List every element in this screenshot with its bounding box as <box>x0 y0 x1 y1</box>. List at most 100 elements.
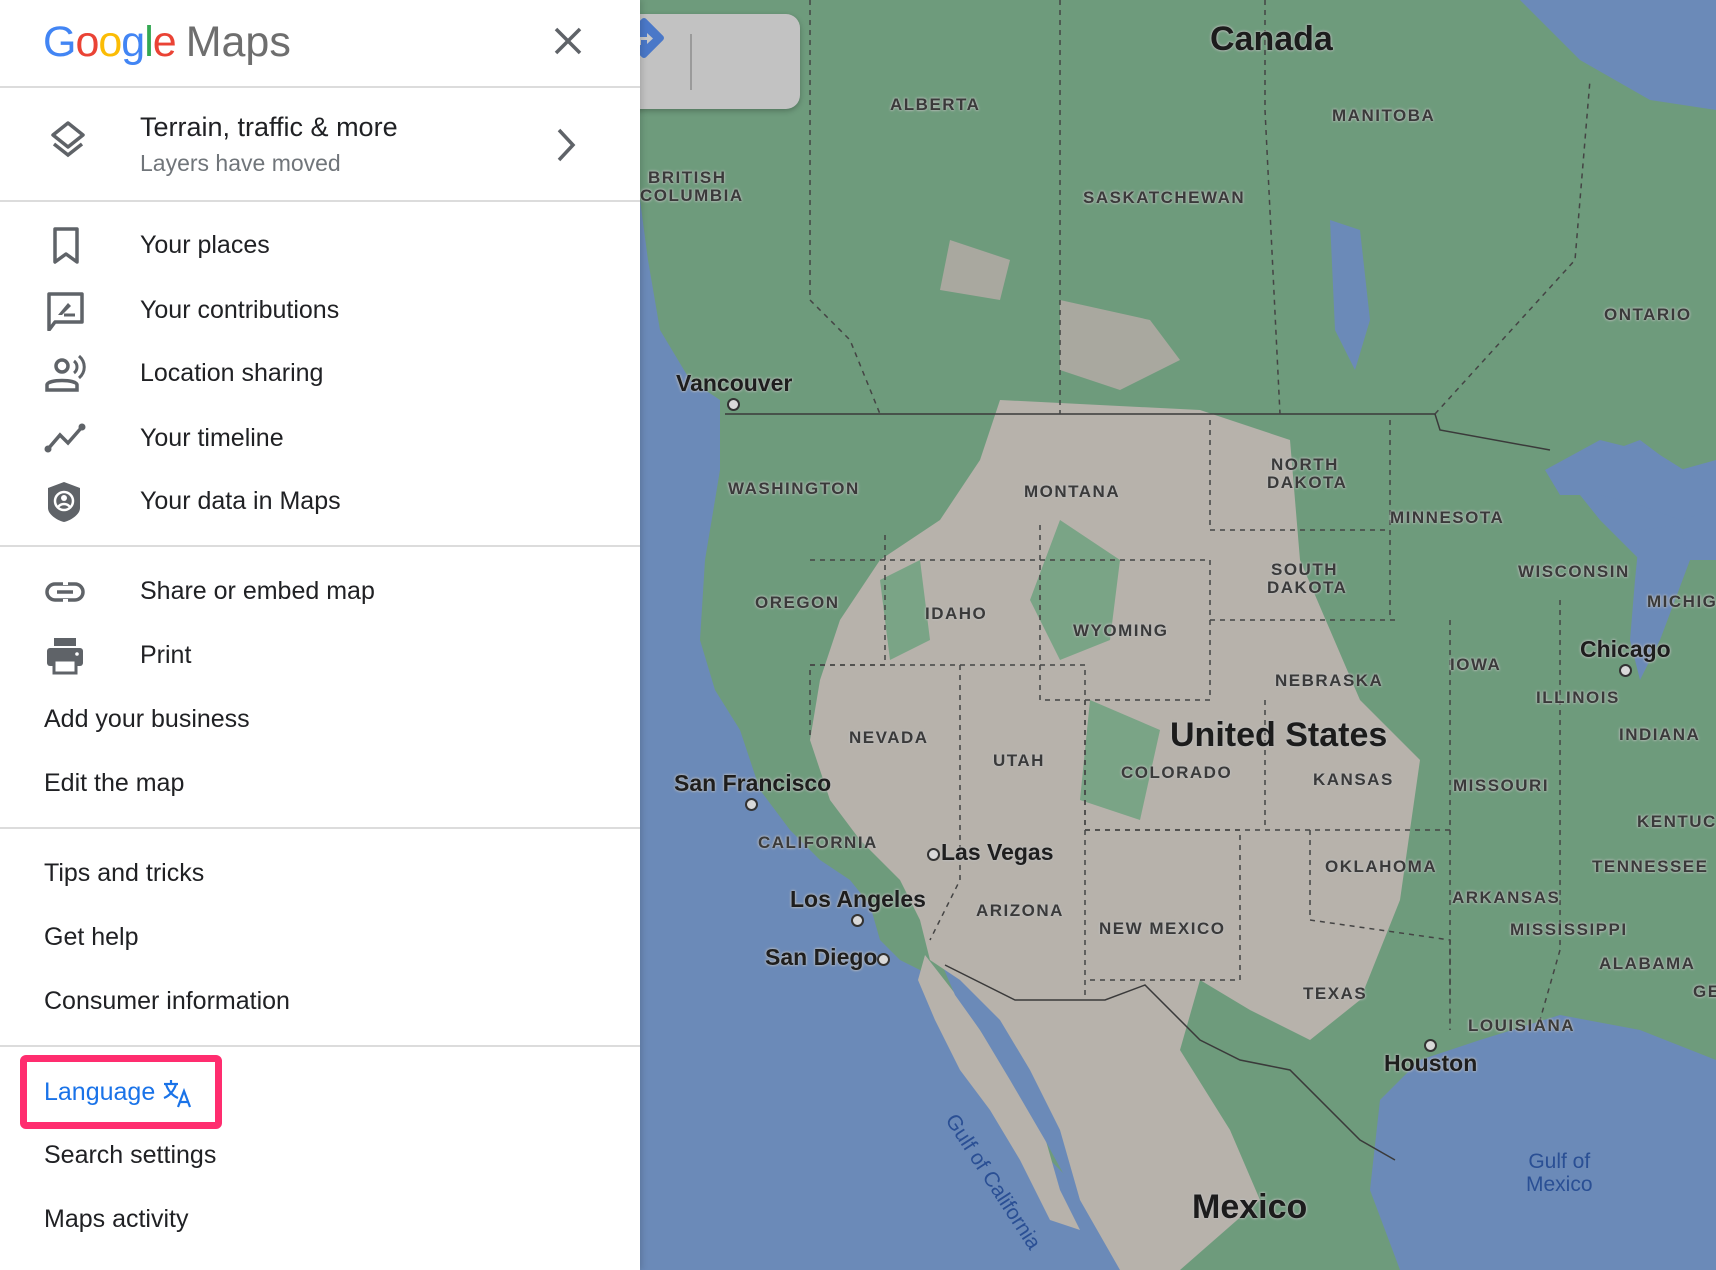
map-label-region: ARKANSAS <box>1452 888 1561 907</box>
menu-item-label: Your timeline <box>140 424 284 452</box>
menu-item-label: Share or embed map <box>140 577 375 605</box>
menu-item-label: Language <box>44 1078 156 1106</box>
city-marker[interactable] <box>745 798 758 811</box>
map-label-region: LOUISIANA <box>1468 1016 1575 1035</box>
city-marker[interactable] <box>727 398 740 411</box>
menu-item-share-embed[interactable]: Share or embed map <box>0 561 640 621</box>
city-marker[interactable] <box>1424 1039 1437 1052</box>
menu-item-search-settings[interactable]: Search settings <box>0 1125 640 1185</box>
city-marker[interactable] <box>877 953 890 966</box>
menu-item-language[interactable]: Language <box>0 1062 640 1122</box>
menu-item-label: Consumer information <box>44 987 290 1015</box>
printer-icon <box>47 638 83 675</box>
menu-item-your-data[interactable]: Your data in Maps <box>0 471 640 531</box>
map-label-region: NEW MEXICO <box>1099 919 1226 938</box>
map-label-city[interactable]: Houston <box>1384 1052 1477 1075</box>
menu-item-tips[interactable]: Tips and tricks <box>0 843 640 903</box>
menu-item-get-help[interactable]: Get help <box>0 907 640 967</box>
search-bar[interactable] <box>620 14 800 109</box>
side-menu: Google Maps Terrain, traffic & more Layer… <box>0 0 640 1270</box>
menu-item-label: Your places <box>140 231 270 259</box>
map-label-region: MISSISSIPPI <box>1510 920 1628 939</box>
map-label-region: CALIFORNIA <box>758 833 878 852</box>
divider <box>0 545 640 547</box>
menu-item-consumer-info[interactable]: Consumer information <box>0 971 640 1031</box>
map-label-region: TEXAS <box>1303 984 1368 1003</box>
map-label-region: WASHINGTON <box>728 479 860 498</box>
location-sharing-icon <box>45 354 86 392</box>
layers-subtitle: Layers have moved <box>140 150 341 176</box>
menu-item-add-business[interactable]: Add your business <box>0 689 640 749</box>
map-label-region: MONTANA <box>1024 482 1121 501</box>
menu-item-label: Tips and tricks <box>44 859 205 887</box>
map-label-water: Gulf of Mexico <box>1526 1150 1593 1197</box>
city-marker[interactable] <box>1619 664 1632 677</box>
contributions-icon <box>47 292 84 331</box>
layers-menu-item[interactable]: Terrain, traffic & more Layers have move… <box>0 88 640 200</box>
menu-item-your-contributions[interactable]: Your contributions <box>0 280 640 340</box>
map-label-country: United States <box>1170 716 1388 754</box>
map-label-region: ALBERTA <box>890 95 981 114</box>
map-label-region: INDIANA <box>1619 725 1701 744</box>
menu-item-edit-map[interactable]: Edit the map <box>0 753 640 813</box>
map-label-region: KENTUC <box>1637 812 1716 831</box>
city-marker[interactable] <box>927 848 940 861</box>
map-label-region: GE <box>1693 982 1716 1001</box>
menu-item-label: Print <box>140 641 192 669</box>
menu-item-label: Your contributions <box>140 296 340 324</box>
divider <box>0 1045 640 1047</box>
map-label-region: ILLINOIS <box>1536 688 1620 707</box>
menu-item-label: Location sharing <box>140 359 324 387</box>
menu-item-print[interactable]: Print <box>0 625 640 685</box>
map-label-region: COLUMBIA <box>640 186 744 205</box>
bookmark-icon <box>53 227 79 264</box>
map-label-region: BRITISH <box>648 168 727 187</box>
menu-item-label: Add your business <box>44 705 250 733</box>
map-label-region: TENNESSEE <box>1592 857 1709 876</box>
menu-item-label: Your data in Maps <box>140 487 341 515</box>
link-icon <box>45 581 85 603</box>
map-label-country: Mexico <box>1192 1188 1308 1226</box>
city-marker[interactable] <box>851 914 864 927</box>
map-label-city[interactable]: Chicago <box>1580 638 1671 661</box>
map-label-region: NEVADA <box>849 728 929 747</box>
menu-item-location-sharing[interactable]: Location sharing <box>0 343 640 403</box>
map-label-region: MISSOURI <box>1453 776 1550 795</box>
map-label-region: NEBRASKA <box>1275 671 1384 690</box>
menu-item-label: Get help <box>44 923 139 951</box>
map-label-city[interactable]: Las Vegas <box>941 841 1054 864</box>
map-label-region: UTAH <box>993 751 1045 770</box>
map-label-region: WYOMING <box>1073 621 1169 640</box>
map-label-region: ARIZONA <box>976 901 1064 920</box>
map-label-city[interactable]: San Diego <box>765 946 877 969</box>
menu-item-your-places[interactable]: Your places <box>0 215 640 275</box>
map-label-country: Canada <box>1210 20 1333 58</box>
map-label-region: IDAHO <box>925 604 988 623</box>
menu-item-label: Maps activity <box>44 1205 189 1233</box>
timeline-icon <box>44 423 86 453</box>
menu-item-maps-activity[interactable]: Maps activity <box>0 1189 640 1249</box>
map-label-city[interactable]: San Francisco <box>674 772 831 795</box>
map-label-city[interactable]: Vancouver <box>676 372 792 395</box>
map-label-region: DAKOTA <box>1267 473 1348 492</box>
shield-account-icon <box>48 482 80 522</box>
map-label-region: SASKATCHEWAN <box>1083 188 1246 207</box>
search-bar-divider <box>690 34 692 90</box>
map-label-region: IOWA <box>1450 655 1502 674</box>
map-label-region: KANSAS <box>1313 770 1394 789</box>
menu-item-label: Edit the map <box>44 769 185 797</box>
map-label-region: MINNESOTA <box>1390 508 1505 527</box>
map-label-region: OKLAHOMA <box>1325 857 1438 876</box>
translate-icon <box>163 1080 192 1108</box>
menu-item-label: Search settings <box>44 1141 217 1169</box>
divider <box>0 200 640 202</box>
google-maps-logo: Google Maps <box>43 18 291 66</box>
map-label-region: ALABAMA <box>1599 954 1696 973</box>
chevron-right-icon <box>557 128 576 162</box>
close-icon[interactable] <box>547 20 589 62</box>
menu-item-your-timeline[interactable]: Your timeline <box>0 408 640 468</box>
map-label-region: DAKOTA <box>1267 578 1348 597</box>
layers-title: Terrain, traffic & more <box>140 112 398 142</box>
map-label-region: WISCONSIN <box>1518 562 1630 581</box>
map-label-city[interactable]: Los Angeles <box>790 888 926 911</box>
